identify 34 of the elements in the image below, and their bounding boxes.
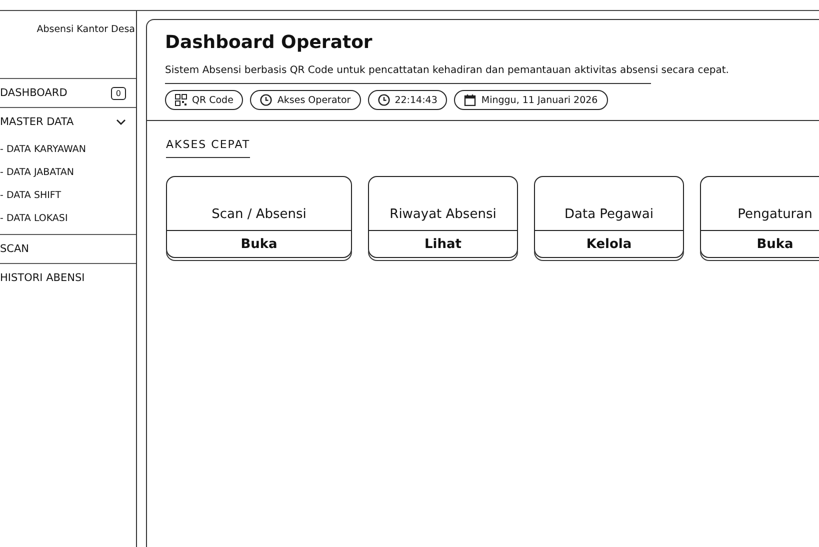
card-action[interactable]: Lihat xyxy=(369,231,517,257)
qr-code-icon xyxy=(175,94,187,106)
info-pill: 22:14:43 xyxy=(368,90,448,110)
submenu-item[interactable]: - DATA KARYAWAN xyxy=(0,138,136,161)
nav-item[interactable]: SCAN xyxy=(0,234,136,263)
card-title: Scan / Absensi xyxy=(167,177,351,231)
quick-access-card[interactable]: Riwayat Absensi Lihat xyxy=(368,176,518,258)
info-pill: Minggu, 11 Januari 2026 xyxy=(454,90,608,110)
clock-icon xyxy=(260,94,272,106)
brand-name: Absensi Kantor Desa xyxy=(36,23,136,37)
count-badge: 0 xyxy=(110,86,126,100)
quick-access-card[interactable]: Pengaturan Buka xyxy=(700,176,819,258)
page-description: Sistem Absensi berbasis QR Code untuk pencattatan kehadiran dan pemantauan aktivitas absensi secara cepat. xyxy=(165,65,730,76)
info-pill: Akses Operator xyxy=(250,90,361,110)
calendar-icon xyxy=(464,94,476,106)
section-title: AKSES CEPAT xyxy=(166,138,250,158)
info-pill: QR Code xyxy=(165,90,244,110)
card-action[interactable]: Kelola xyxy=(535,231,683,257)
card-title: Data Pegawai xyxy=(535,177,683,231)
card-action[interactable]: Buka xyxy=(167,231,351,257)
nav-item[interactable]: HISTORI ABENSI xyxy=(0,263,136,292)
chevron-icon xyxy=(116,118,126,126)
page-title: Dashboard Operator xyxy=(165,32,374,53)
submenu-item[interactable]: - DATA SHIFT xyxy=(0,184,136,207)
submenu-item[interactable]: - DATA LOKASI xyxy=(0,207,136,230)
submenu-item[interactable]: - DATA JABATAN xyxy=(0,161,136,184)
card-title: Riwayat Absensi xyxy=(369,177,517,231)
clock-icon xyxy=(378,94,390,106)
card-title: Pengaturan xyxy=(701,177,819,231)
quick-access-card[interactable]: Scan / Absensi Buka xyxy=(166,176,352,258)
card-action[interactable]: Buka xyxy=(701,231,819,257)
nav-item[interactable]: MASTER DATA xyxy=(0,107,136,136)
nav-item[interactable]: DASHBOARD 0 xyxy=(0,78,136,107)
quick-access-card[interactable]: Data Pegawai Kelola xyxy=(534,176,684,258)
